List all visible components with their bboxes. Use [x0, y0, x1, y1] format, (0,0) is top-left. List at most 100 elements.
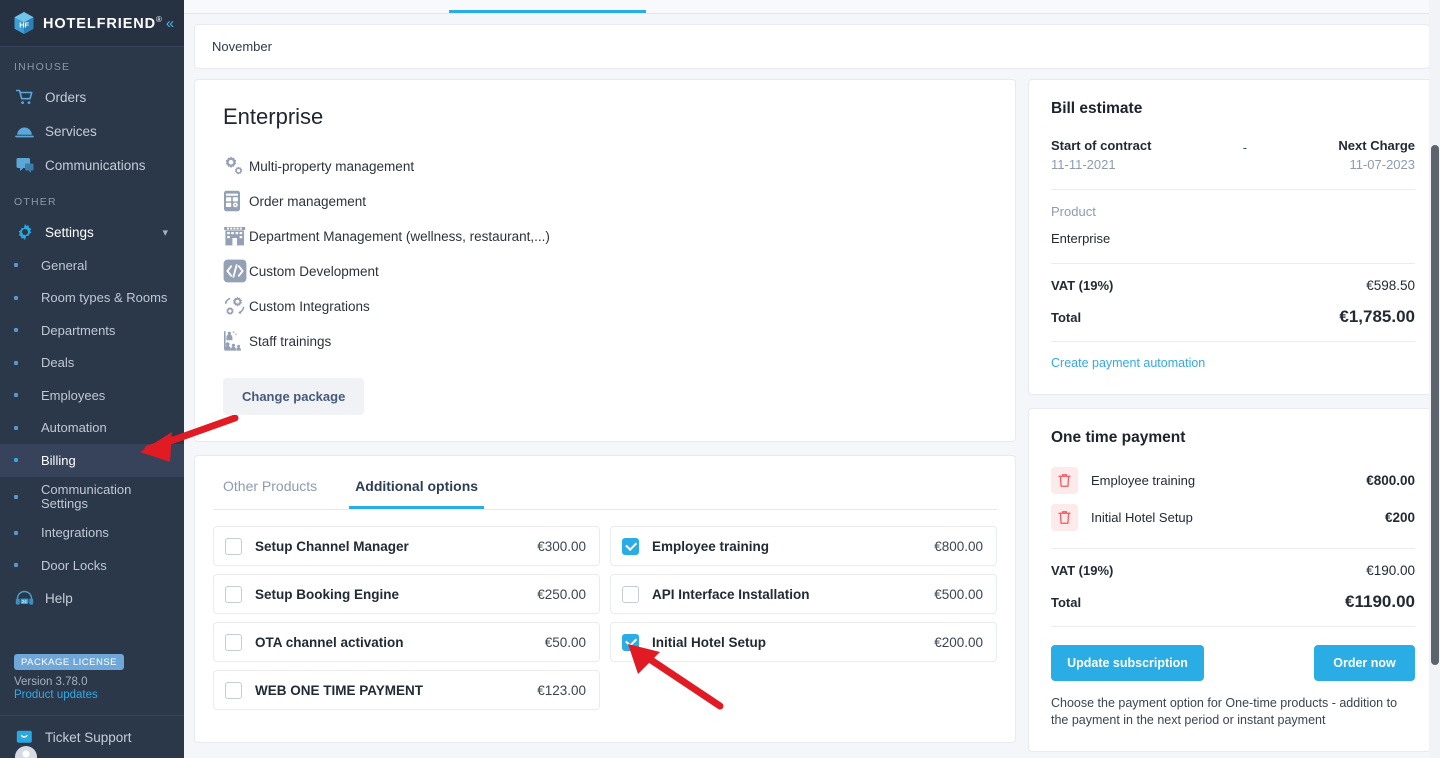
month-bar: November: [194, 24, 1430, 69]
room-service-bell-icon: [14, 122, 35, 140]
bullet-icon: [14, 425, 18, 430]
version-label: Version 3.78.0: [14, 676, 88, 688]
checkbox-web-one-time-payment[interactable]: [225, 681, 242, 699]
tab-additional-options[interactable]: Additional options: [349, 456, 485, 509]
brand-name: HOTELFRIEND®: [43, 15, 163, 32]
option-price: €50.00: [544, 634, 586, 650]
trash-icon[interactable]: [1051, 504, 1078, 531]
one-time-item-price: €800.00: [1366, 473, 1415, 488]
sidebar-item-room-types-rooms[interactable]: Room types & Rooms: [0, 282, 184, 315]
brand-registered-mark: ®: [156, 14, 163, 24]
bullet-icon: [14, 263, 18, 268]
options-right-column: Employee training €800.00 API Interface …: [610, 526, 997, 718]
sidebar-subitem-label: Employees: [41, 387, 106, 403]
checkbox-employee-training[interactable]: [622, 537, 639, 555]
option-row-api-interface-installation[interactable]: API Interface Installation €500.00: [610, 574, 997, 614]
product-updates-link[interactable]: Product updates: [14, 689, 184, 701]
contract-dates: Start of contract 11-11-2021 - Next Char…: [1051, 138, 1415, 172]
create-payment-automation-link[interactable]: Create payment automation: [1051, 356, 1205, 370]
divider: [1051, 548, 1415, 549]
bullet-icon: [14, 458, 18, 463]
feature-row: Staff trainings: [223, 329, 987, 353]
checkbox-setup-booking-engine[interactable]: [225, 585, 242, 603]
sidebar-item-deals[interactable]: Deals: [0, 347, 184, 380]
divider: [1051, 341, 1415, 342]
bullet-icon: [14, 360, 18, 365]
option-price: €200.00: [934, 634, 983, 650]
tab-partial-1[interactable]: [399, 0, 403, 7]
staff-training-icon: [223, 330, 249, 352]
sidebar-section-other: OTHER: [14, 196, 57, 208]
payment-option-note: Choose the payment option for One-time p…: [1051, 696, 1398, 727]
one-time-payment-card: One time payment Employee training €800.…: [1028, 408, 1438, 752]
vertical-scrollbar-thumb[interactable]: [1430, 145, 1439, 665]
option-price: €500.00: [934, 586, 983, 602]
next-charge-value: 11-07-2023: [1349, 157, 1415, 172]
next-charge-label: Next Charge: [1338, 138, 1415, 153]
change-package-button[interactable]: Change package: [223, 378, 365, 415]
checkbox-setup-channel-manager[interactable]: [225, 537, 242, 555]
sidebar-item-general[interactable]: General: [0, 249, 184, 282]
sidebar-subitem-label: Billing: [41, 452, 76, 468]
option-label: WEB ONE TIME PAYMENT: [255, 682, 424, 698]
option-row-initial-hotel-setup[interactable]: Initial Hotel Setup €200.00: [610, 622, 997, 662]
vat-value: €598.50: [1366, 278, 1415, 293]
chevron-double-left-icon[interactable]: «: [163, 14, 177, 33]
sidebar-item-services[interactable]: Services: [0, 114, 184, 148]
sidebar-item-automation[interactable]: Automation: [0, 412, 184, 445]
update-subscription-button[interactable]: Update subscription: [1051, 645, 1204, 681]
sidebar-item-communications[interactable]: Communications: [0, 148, 184, 182]
one-time-item-price: €200: [1384, 510, 1415, 525]
bullet-icon: [14, 328, 18, 333]
order-now-button[interactable]: Order now: [1314, 645, 1415, 681]
feature-label: Custom Development: [249, 263, 379, 279]
page-title: Enterprise: [223, 104, 324, 129]
sidebar-subitem-label: Automation: [41, 420, 107, 436]
user-avatar[interactable]: [14, 745, 38, 758]
start-of-contract-label: Start of contract: [1051, 138, 1152, 153]
page-tabs-strip: [184, 0, 1440, 14]
option-row-ota-channel-activation[interactable]: OTA channel activation €50.00: [213, 622, 600, 662]
bullet-icon: [14, 563, 18, 568]
package-license-badge: PACKAGE LICENSE: [14, 654, 125, 670]
divider: [1051, 626, 1415, 627]
total-value: €1190.00: [1345, 592, 1415, 611]
sidebar-item-orders[interactable]: Orders: [0, 80, 184, 114]
tab-other-products[interactable]: Other Products: [217, 456, 323, 509]
divider: [1051, 189, 1415, 190]
brand-name-text: HOTELFRIEND: [43, 15, 157, 32]
feature-row: Department Management (wellness, restaur…: [223, 224, 987, 248]
chevron-down-icon[interactable]: ▾: [162, 226, 168, 239]
feature-label: Custom Integrations: [249, 298, 370, 314]
otp-total-row: Total €1190.00: [1051, 592, 1415, 612]
bill-estimate-card: Bill estimate Start of contract 11-11-20…: [1028, 79, 1438, 395]
checkbox-api-interface-installation[interactable]: [622, 585, 639, 603]
feature-row: Multi-property management: [223, 154, 987, 178]
total-value: €1,785.00: [1339, 307, 1415, 326]
sidebar-item-door-locks[interactable]: Door Locks: [0, 549, 184, 582]
option-row-setup-booking-engine[interactable]: Setup Booking Engine €250.00: [213, 574, 600, 614]
bullet-icon: [14, 295, 18, 300]
active-tab-underline: [449, 9, 646, 13]
next-charge: Next Charge 11-07-2023: [1338, 138, 1415, 172]
option-row-setup-channel-manager[interactable]: Setup Channel Manager €300.00: [213, 526, 600, 566]
sidebar-item-departments[interactable]: Departments: [0, 314, 184, 347]
option-row-employee-training[interactable]: Employee training €800.00: [610, 526, 997, 566]
sidebar-item-integrations[interactable]: Integrations: [0, 517, 184, 550]
bullet-icon: [14, 494, 18, 499]
checkbox-initial-hotel-setup[interactable]: [622, 633, 639, 651]
sidebar-license-block: PACKAGE LICENSE Version 3.78.0 Product u…: [0, 616, 184, 701]
vertical-scrollbar-track[interactable]: [1429, 0, 1440, 758]
checkbox-ota-channel-activation[interactable]: [225, 633, 242, 651]
bill-total-row: Total €1,785.00: [1051, 307, 1415, 327]
sidebar-item-billing[interactable]: Billing: [0, 444, 184, 477]
product-value: Enterprise: [1051, 231, 1111, 246]
sidebar-item-employees[interactable]: Employees: [0, 379, 184, 412]
trash-icon[interactable]: [1051, 467, 1078, 494]
option-row-web-one-time-payment[interactable]: WEB ONE TIME PAYMENT €123.00: [213, 670, 600, 710]
sidebar-item-help[interactable]: 24 Help: [0, 582, 184, 616]
sidebar-item-communication-settings[interactable]: Communication Settings: [0, 477, 184, 517]
total-label: Total: [1051, 595, 1082, 610]
sidebar-item-settings[interactable]: Settings ▾: [0, 215, 184, 249]
sidebar-subitem-label: Door Locks: [41, 557, 107, 573]
